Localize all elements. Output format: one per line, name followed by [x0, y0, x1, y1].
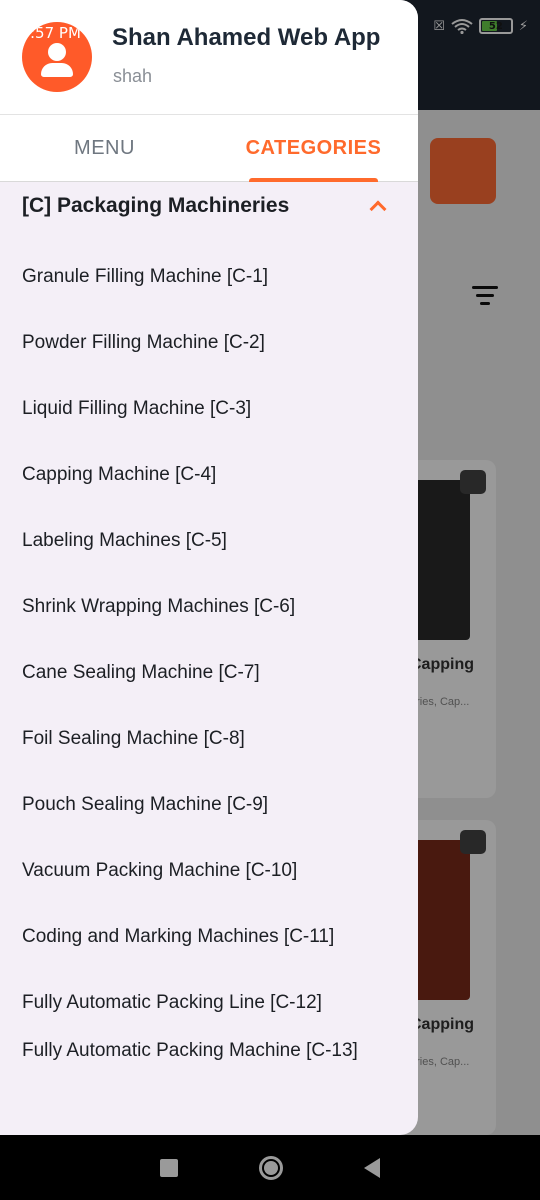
- avatar[interactable]: :57 PM: [22, 22, 92, 92]
- home-icon[interactable]: [258, 1155, 283, 1180]
- category-item[interactable]: Coding and Marking Machines [C-11]: [22, 903, 392, 969]
- category-item[interactable]: Cane Sealing Machine [C-7]: [22, 639, 392, 705]
- tab-categories-label: CATEGORIES: [245, 136, 382, 159]
- category-item[interactable]: Foil Sealing Machine [C-8]: [22, 705, 392, 771]
- navigation-drawer: :57 PM Shan Ahamed Web App shah MENU CAT…: [0, 0, 418, 1135]
- system-nav-bar: [0, 1135, 540, 1200]
- tab-categories[interactable]: CATEGORIES: [209, 115, 418, 182]
- category-item[interactable]: Pouch Sealing Machine [C-9]: [22, 771, 392, 837]
- tab-menu-label: MENU: [74, 136, 135, 159]
- category-item[interactable]: Liquid Filling Machine [C-3]: [22, 375, 392, 441]
- category-group-header[interactable]: [C] Packaging Machineries: [22, 186, 392, 226]
- user-name: shah: [113, 66, 153, 86]
- category-item[interactable]: Fully Automatic Packing Machine [C-13]: [22, 1035, 392, 1115]
- category-item[interactable]: Granule Filling Machine [C-1]: [22, 243, 392, 309]
- category-list: Granule Filling Machine [C-1] Powder Fil…: [22, 243, 392, 1115]
- chevron-up-icon[interactable]: [369, 200, 387, 218]
- category-item[interactable]: Capping Machine [C-4]: [22, 441, 392, 507]
- category-item[interactable]: Labeling Machines [C-5]: [22, 507, 392, 573]
- app-name: Shan Ahamed Web App: [112, 24, 381, 51]
- tab-menu[interactable]: MENU: [0, 115, 209, 181]
- status-time: :57 PM: [30, 24, 81, 42]
- back-icon[interactable]: [363, 1157, 380, 1178]
- category-group-title: [C] Packaging Machineries: [22, 194, 290, 217]
- category-item[interactable]: Fully Automatic Packing Line [C-12]: [22, 969, 392, 1035]
- drawer-header: :57 PM Shan Ahamed Web App shah: [0, 0, 418, 114]
- user-icon: [48, 43, 66, 61]
- drawer-tabs: MENU CATEGORIES: [0, 114, 418, 182]
- active-tab-indicator: [249, 178, 378, 182]
- recents-icon[interactable]: [160, 1158, 179, 1177]
- category-item[interactable]: Shrink Wrapping Machines [C-6]: [22, 573, 392, 639]
- category-item[interactable]: Powder Filling Machine [C-2]: [22, 309, 392, 375]
- category-item[interactable]: Vacuum Packing Machine [C-10]: [22, 837, 392, 903]
